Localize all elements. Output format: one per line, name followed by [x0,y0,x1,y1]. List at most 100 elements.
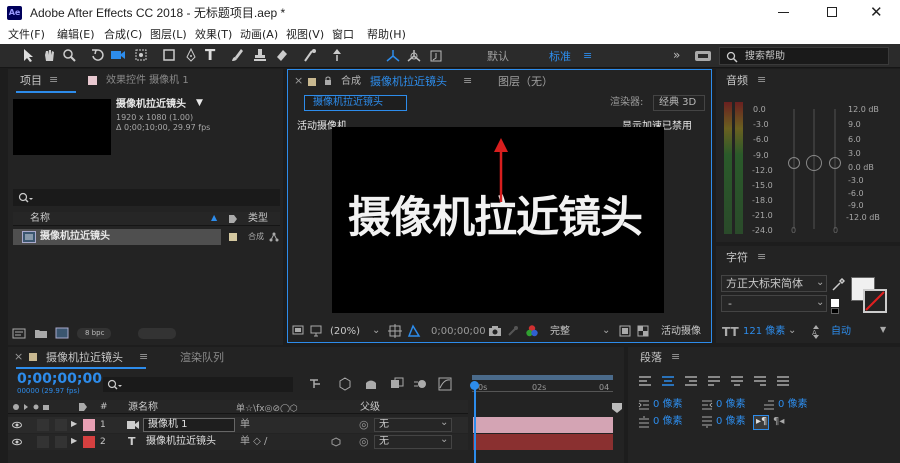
black-swatch[interactable] [831,308,839,314]
comp-panel-menu-icon[interactable]: ≡ [463,75,472,86]
comp-mini-flowchart-icon[interactable] [308,377,322,391]
workspace-default[interactable]: 默认 [487,51,509,62]
snapshot-icon[interactable] [488,325,502,337]
space-before-value[interactable]: 0 像素 [653,417,683,427]
audio-panel-menu-icon[interactable]: ≡ [757,74,766,85]
zoom-dropdown-icon[interactable]: ⌄ [372,326,380,336]
time-ruler[interactable] [472,391,613,395]
hand-tool-icon[interactable] [42,48,56,62]
delete-button[interactable] [138,328,176,339]
layer-label-color[interactable] [83,419,95,431]
alignment-buttons-icon[interactable] [638,375,898,389]
timeline-panel-menu-icon[interactable]: ≡ [139,351,148,362]
menu-edit[interactable]: 编辑(E) [57,29,95,40]
rectangle-tool-icon[interactable] [162,48,176,62]
minimize-button[interactable] [778,12,789,13]
character-panel-menu-icon[interactable]: ≡ [757,251,766,262]
work-area-bar[interactable] [472,375,613,380]
master-level-slider[interactable] [806,155,822,171]
zoom-level[interactable]: (20%) [330,327,360,337]
white-swatch[interactable] [831,299,839,307]
hide-shy-layers-icon[interactable] [364,377,378,391]
view-axis-icon[interactable] [428,48,444,64]
layer-lock-box[interactable] [55,436,67,448]
puppet-pin-tool-icon[interactable] [330,48,344,62]
comp-tab-name[interactable]: 摄像机拉近镜头 [370,76,447,87]
brush-tool-icon[interactable] [230,48,244,62]
layer-duration-bar[interactable] [473,434,613,450]
show-snapshot-icon[interactable] [506,325,520,337]
indent-left-value[interactable]: 0 像素 [653,400,683,410]
clone-stamp-tool-icon[interactable] [253,48,267,62]
active-view-label[interactable]: 活动摄像 [661,327,701,337]
maximize-button[interactable] [827,7,837,17]
playhead-handle[interactable] [470,381,479,390]
selection-tool-icon[interactable] [22,48,34,62]
leading-value[interactable]: 自动 [831,327,851,337]
layer-lock-box[interactable] [55,419,67,431]
pen-tool-icon[interactable] [184,48,198,62]
menu-effect[interactable]: 效果(T) [195,29,232,40]
region-of-interest-icon[interactable] [619,325,631,337]
world-axis-icon[interactable] [406,48,422,64]
comp-timecode[interactable]: 0;00;00;00 [431,327,486,337]
size-dropdown-icon[interactable]: ⌄ [788,326,796,336]
eye-icon[interactable] [12,437,22,447]
layer-tab[interactable]: 图层（无） [498,76,553,87]
frame-blending-icon[interactable] [390,377,404,391]
layer-switch-icon[interactable]: 单 ◇ / [240,437,267,447]
layer-label-color[interactable] [83,436,95,448]
comp-button-icon[interactable] [611,402,623,414]
rotate-tool-icon[interactable] [90,48,104,62]
quality-dropdown-icon[interactable]: ⌄ [602,326,610,336]
parent-pickwhip-icon[interactable]: ◎ [359,436,369,447]
3d-layer-icon[interactable] [331,437,341,447]
timeline-search-field[interactable] [103,377,293,392]
expand-arrow-icon[interactable]: ▶ [71,437,77,445]
indent-right-value[interactable]: 0 像素 [716,400,746,410]
font-style-dropdown[interactable] [721,295,827,312]
workspace-standard[interactable]: 标准 [549,51,571,62]
paragraph-panel-menu-icon[interactable]: ≡ [671,351,680,362]
project-panel-menu-icon[interactable]: ≡ [49,74,58,85]
close-button[interactable]: ✕ [870,5,883,20]
effects-controls-tab[interactable]: 效果控件 摄像机 1 [106,76,189,86]
close-timeline-tab-icon[interactable]: × [14,351,23,362]
layer-name[interactable]: 摄像机拉近镜头 [146,437,216,447]
layer-switch-icon[interactable]: 单 [240,420,250,430]
project-tab[interactable]: 项目 [20,75,42,86]
leading-dropdown-icon[interactable]: ▼ [880,326,886,334]
draft-3d-icon[interactable] [338,377,352,391]
layer-solo-box[interactable] [37,419,49,431]
project-search-field[interactable] [13,189,280,206]
transparency-grid-icon[interactable] [637,325,649,337]
eye-icon[interactable] [12,420,22,430]
rtl-direction-icon[interactable]: ¶◂ [773,417,784,427]
motion-blur-icon[interactable] [413,377,427,391]
playhead[interactable] [474,383,476,463]
always-preview-icon[interactable] [292,325,304,337]
local-axis-icon[interactable] [385,48,401,64]
menu-animation[interactable]: 动画(A) [240,29,278,40]
monitor-icon[interactable] [310,325,322,337]
right-level-slider[interactable] [829,157,841,169]
interpret-footage-icon[interactable] [12,327,26,339]
sync-settings-icon[interactable] [694,49,712,63]
mask-visibility-icon[interactable] [407,324,421,338]
layer-solo-box[interactable] [37,436,49,448]
render-queue-tab[interactable]: 渲染队列 [180,352,224,363]
font-size-value[interactable]: 121 像素 [743,327,785,337]
quality-value[interactable]: 完整 [550,327,570,337]
left-level-slider[interactable] [788,157,800,169]
roto-brush-tool-icon[interactable] [302,48,318,62]
menu-view[interactable]: 视图(V) [286,29,324,40]
layer-duration-bar[interactable] [473,417,613,433]
graph-editor-icon[interactable] [438,377,452,391]
menu-composition[interactable]: 合成(C) [104,29,142,40]
expand-arrow-icon[interactable]: ▶ [71,420,77,428]
space-after-value[interactable]: 0 像素 [716,417,746,427]
col-name-header[interactable]: 名称 [30,214,50,224]
resolution-icon[interactable] [388,324,402,338]
lock-icon[interactable] [324,76,332,86]
workspace-menu-icon[interactable]: ≡ [583,50,592,61]
